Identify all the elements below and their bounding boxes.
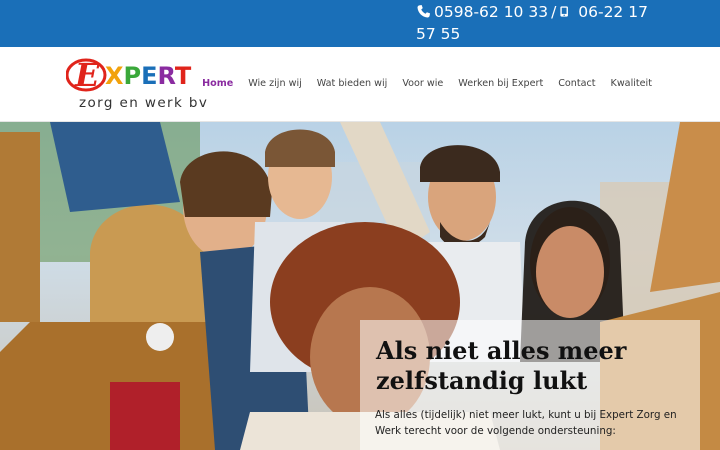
contact-bar: 0598-62 10 33/ 06-22 17 57 55	[0, 0, 720, 47]
nav-item-werken-bij-expert[interactable]: Werken bij Expert	[458, 78, 543, 89]
logo-subtitle: zorg en werk bv	[79, 95, 209, 111]
phone-separator: /	[551, 3, 557, 21]
hero-text: Als alles (tijdelijk) niet meer lukt, ku…	[375, 409, 677, 437]
logo-letter-e: E	[74, 56, 100, 94]
phone-icon	[417, 4, 431, 18]
contact-phone-info: 0598-62 10 33/ 06-22 17 57 55	[416, 1, 666, 45]
site-header: E XPERT zorg en werk bv Home Wie zijn wi…	[0, 47, 720, 122]
nav-item-voor-wie[interactable]: Voor wie	[402, 78, 443, 89]
phone-link-landline[interactable]: 0598-62 10 33	[434, 3, 548, 21]
mobile-phone-icon	[560, 6, 569, 17]
logo-word-rest: XPERT	[105, 62, 192, 90]
nav-item-contact[interactable]: Contact	[558, 78, 595, 89]
nav-item-kwaliteit[interactable]: Kwaliteit	[611, 78, 652, 89]
nav-item-wie-zijn-wij[interactable]: Wie zijn wij	[248, 78, 302, 89]
hero-heading: Als niet alles meer zelfstandig lukt	[376, 336, 627, 395]
main-navigation: Home Wie zijn wij Wat bieden wij Voor wi…	[202, 78, 652, 89]
hero-intro-card: Als niet alles meer zelfstandig lukt Als…	[360, 320, 700, 450]
nav-item-home[interactable]: Home	[202, 78, 233, 89]
hero-section: Als niet alles meer zelfstandig lukt Als…	[0, 122, 720, 450]
nav-item-wat-bieden-wij[interactable]: Wat bieden wij	[317, 78, 388, 89]
